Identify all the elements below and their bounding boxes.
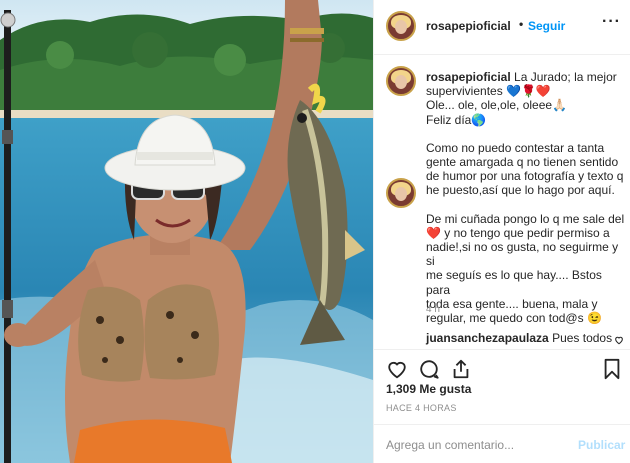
caption-username[interactable]: rosapepioficial [426,70,511,84]
caption-line: toda esa gente.... buena, mala y [426,296,598,311]
photo-illustration [0,0,373,463]
post-timestamp[interactable]: HACE 4 HORAS [386,403,457,413]
caption-timestamp[interactable]: 4 h [426,304,440,315]
comment-username[interactable]: juansanchezapaulaza [426,331,549,345]
more-options-icon[interactable]: ··· [602,13,621,31]
comment-item: juansanchezapaulaza Pues todos [426,331,626,345]
caption-line: La Jurado; la mejor [514,70,617,84]
caption-line: Como no puedo contestar a tanta [426,140,605,155]
caption-line: Feliz día🌎 [426,112,487,127]
post-header: rosapepioficial • Seguir ··· [374,0,630,55]
follow-button[interactable]: Seguir [528,19,565,33]
comment-text: Pues todos [552,331,613,345]
caption-line: De mi cuñada pongo lo q me sale del [426,211,625,226]
comment-icon[interactable] [418,358,440,380]
avatar-face-shape [395,20,407,34]
comment-input[interactable] [386,436,571,454]
caption-line: Ole... ole, ole,ole, oleee🙏🏻 [426,98,568,113]
caption-line: me seguís es lo que hay.... Bstos para [426,268,602,297]
author-avatar[interactable] [386,11,416,41]
heart-icon[interactable] [386,358,408,380]
header-separator: • [519,17,524,31]
avatar-face-shape [395,187,407,201]
post-caption: rosapepioficial La Jurado; la mejor supe… [426,70,626,325]
caption-line: gente amargada q no tienen sentido [426,155,619,170]
caption-line: regular, me quedo con tod@s 😉 [426,311,602,326]
post-side-panel: rosapepioficial • Seguir ··· rosapepiofi… [373,0,630,463]
caption-line: he puesto,así que lo hago por aquí. [426,183,615,198]
share-icon[interactable] [450,358,472,380]
caption-line: de humor por una fotografía y texto q [426,169,624,184]
post-photo[interactable] [0,0,373,463]
caption-line: supervivientes 💙🌹❤️ [426,84,551,99]
caption-author-avatar[interactable] [386,66,416,96]
likes-count[interactable]: 1,309 Me gusta [386,382,471,396]
caption-line: nadie!,si no os gusta, no seguirme y si [426,240,619,269]
comment-like-icon[interactable] [614,335,624,345]
post-comment-button[interactable]: Publicar [578,438,625,452]
add-comment-bar: Publicar [374,424,630,463]
avatar-face-shape [395,75,407,89]
caption-line: ❤️ y no tengo que pedir permiso a [426,225,610,240]
bookmark-icon[interactable] [603,358,621,380]
author-username[interactable]: rosapepioficial [426,19,511,33]
caption-author-avatar-second[interactable] [386,178,416,208]
